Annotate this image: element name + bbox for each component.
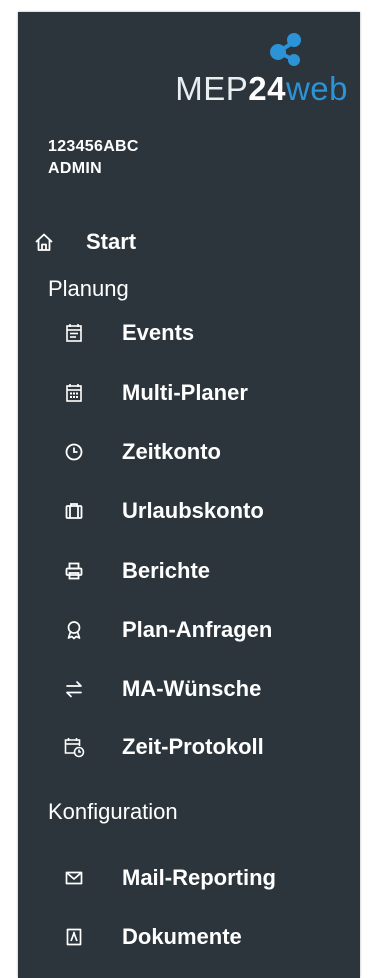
nav-item-label: Urlaubskonto	[122, 498, 264, 523]
document-icon	[62, 925, 86, 949]
event-sheet-icon	[62, 321, 86, 345]
nav-item-label: Zeit-Protokoll	[122, 734, 264, 759]
nav-item-urlaubskonto[interactable]: Urlaubskonto	[62, 498, 264, 524]
home-icon	[32, 230, 56, 254]
mail-icon	[62, 866, 86, 890]
user-id: 123456ABC	[48, 138, 139, 155]
nav-item-zeitkonto[interactable]: Zeitkonto	[62, 439, 221, 465]
sidebar: MEP24web 123456ABC ADMIN Start Planung E…	[18, 12, 360, 978]
logo-wordmark: MEP24web	[175, 70, 348, 108]
nav-item-multi-planer[interactable]: Multi-Planer	[62, 380, 248, 406]
nav-item-ma-wuensche[interactable]: MA-Wünsche	[62, 676, 261, 702]
nav-item-plan-anfragen[interactable]: Plan-Anfragen	[62, 617, 272, 643]
logo-text-mep: MEP	[175, 70, 249, 107]
nav-item-label: Mail-Reporting	[122, 865, 276, 890]
logo-text-24: 24	[248, 70, 286, 107]
calendar-icon	[62, 381, 86, 405]
nav-item-zeit-protokoll[interactable]: Zeit-Protokoll	[62, 734, 264, 760]
calendar-clock-icon	[62, 735, 86, 759]
nav-item-mail-reporting[interactable]: Mail-Reporting	[62, 865, 276, 891]
nav-item-label: MA-Wünsche	[122, 676, 262, 701]
suitcase-icon	[62, 499, 86, 523]
nav-item-label: Berichte	[122, 558, 211, 583]
section-heading-konfiguration: Konfiguration	[48, 799, 178, 824]
nav-item-berichte[interactable]: Berichte	[62, 558, 210, 584]
swap-arrows-icon	[62, 677, 86, 701]
user-role: ADMIN	[48, 160, 102, 177]
nav-item-label: Plan-Anfragen	[122, 617, 273, 642]
nav-item-label: Start	[86, 229, 137, 254]
nav-item-events[interactable]: Events	[62, 320, 194, 346]
nav-item-start[interactable]: Start	[32, 229, 136, 255]
app-logo: MEP24web	[128, 30, 348, 120]
nav-item-label: Dokumente	[122, 924, 242, 949]
clock-icon	[62, 440, 86, 464]
section-heading-planung: Planung	[48, 276, 129, 301]
user-info: 123456ABC ADMIN	[48, 136, 139, 180]
nav-item-label: Events	[122, 320, 195, 345]
logo-text-web: web	[285, 70, 348, 107]
nav-item-label: Zeitkonto	[122, 439, 221, 464]
nav-item-dokumente[interactable]: Dokumente	[62, 924, 242, 950]
printer-icon	[62, 559, 86, 583]
nav-item-label: Multi-Planer	[122, 380, 248, 405]
molecule-logo-icon	[270, 33, 301, 66]
award-icon	[62, 618, 86, 642]
